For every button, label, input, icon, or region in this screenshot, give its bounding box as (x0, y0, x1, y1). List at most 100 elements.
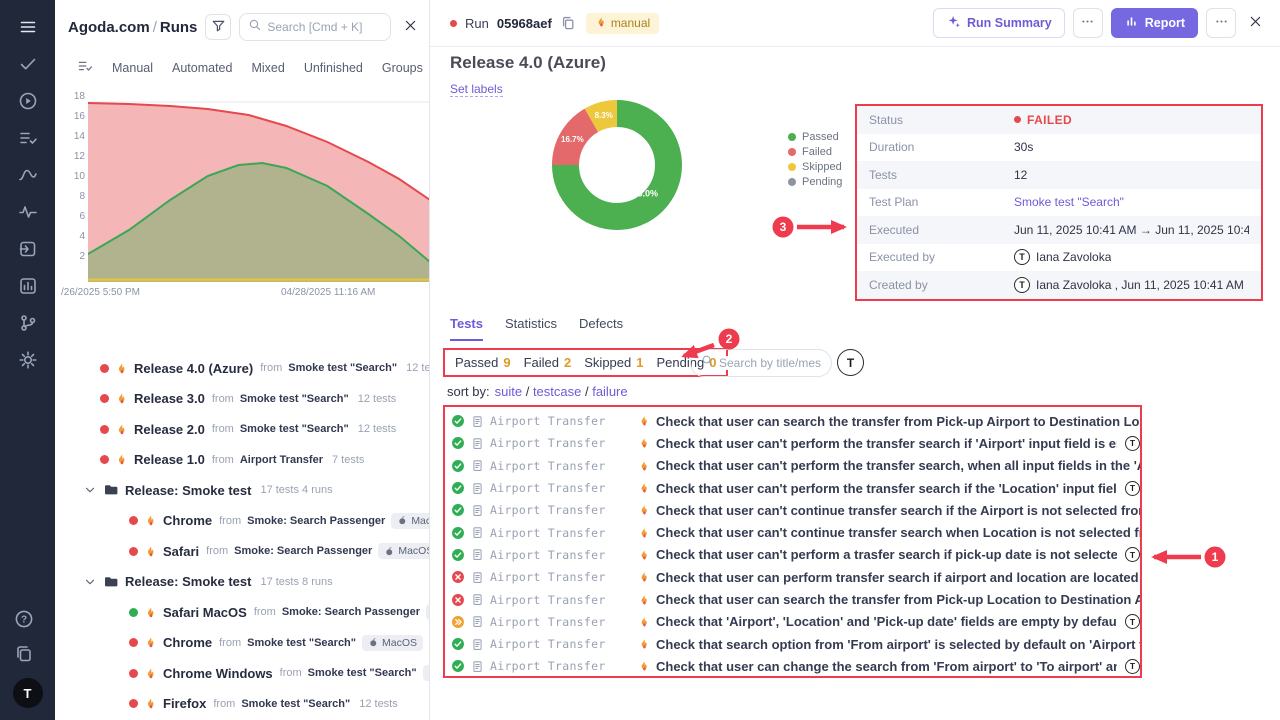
run-row[interactable]: Safari MacOSfromSmoke: Search PassengerS… (55, 597, 429, 628)
run-name: Release 3.0 (134, 391, 205, 406)
test-row[interactable]: Airport TransferCheck that search option… (451, 633, 1140, 655)
count-skipped[interactable]: Skipped1 (584, 355, 643, 370)
sort-testcase[interactable]: testcase (533, 384, 581, 399)
runs-tab-unfinished[interactable]: Unfinished (304, 61, 363, 75)
copy-pages-icon[interactable] (13, 643, 35, 665)
sort-suite[interactable]: suite (495, 384, 522, 399)
report-button[interactable]: Report (1111, 8, 1198, 38)
sort-label: sort by: (447, 384, 490, 399)
count-failed[interactable]: Failed2 (524, 355, 572, 370)
run-row[interactable]: ChromefromSmoke test "Search"MacOSChrome (55, 628, 429, 659)
info-row: StatusFAILED (857, 106, 1261, 134)
sort-failure[interactable]: failure (592, 384, 627, 399)
chevron-down-icon[interactable] (83, 483, 97, 497)
test-row[interactable]: Airport TransferCheck that 'Airport', 'L… (451, 611, 1140, 633)
test-row[interactable]: Airport TransferCheck that user can't co… (451, 521, 1140, 543)
run-detail-panel: Run 05968aef manual Run Summary Report R… (430, 0, 1280, 720)
tab-statistics[interactable]: Statistics (505, 316, 557, 341)
close-run-button[interactable] (1244, 12, 1266, 34)
more-options-button[interactable] (1073, 8, 1103, 38)
test-title: Check that search option from 'From airp… (656, 637, 1140, 652)
group-name: Release: Smoke test (125, 483, 251, 498)
failed-dot (1014, 116, 1021, 123)
info-row: Test PlanSmoke test "Search" (857, 189, 1261, 217)
run-source: Smoke test "Search" (288, 362, 397, 374)
runs-tab-manual[interactable]: Manual (112, 61, 153, 75)
close-panel-button[interactable] (399, 16, 421, 38)
test-row[interactable]: Airport TransferCheck that user can't co… (451, 499, 1140, 521)
run-row[interactable]: Release 2.0fromSmoke test "Search"12 tes… (55, 414, 429, 445)
flame-icon (638, 482, 650, 494)
export-box-icon[interactable] (17, 238, 39, 260)
test-plan-link[interactable]: Smoke test "Search" (1014, 195, 1124, 209)
results-counts: Passed9Failed2Skipped1Pending0 (443, 348, 728, 377)
run-row[interactable]: Chrome WindowsfromSmoke test "Search"Win… (55, 658, 429, 689)
task-list-icon[interactable] (17, 127, 39, 149)
trend-line-icon[interactable] (17, 164, 39, 186)
run-group-row[interactable]: Release: Smoke test17 tests 8 runs (55, 567, 429, 598)
check-icon[interactable] (17, 53, 39, 75)
run-status-dot (450, 20, 457, 27)
menu-icon[interactable] (17, 16, 39, 38)
from-label: from (206, 545, 228, 557)
test-row[interactable]: Airport TransferCheck that user can't pe… (451, 455, 1140, 477)
run-status-dot (129, 547, 138, 556)
filter-button[interactable] (205, 14, 231, 40)
test-row[interactable]: Airport Transfer Check that user can sear… (451, 588, 1140, 610)
test-row[interactable]: Airport TransferCheck that user can't pe… (451, 544, 1140, 566)
gear-icon[interactable] (17, 349, 39, 371)
set-labels-link[interactable]: Set labels (450, 82, 503, 97)
test-title: Check that user can search the transfer … (656, 592, 1140, 607)
run-row[interactable]: Release 1.0fromAirport Transfer7 tests (55, 445, 429, 476)
runs-tab-groups[interactable]: Groups (382, 61, 423, 75)
count-passed[interactable]: Passed9 (455, 355, 511, 370)
chevron-down-icon[interactable] (83, 575, 97, 589)
status-passed-icon (451, 637, 465, 651)
copy-icon[interactable] (560, 15, 576, 31)
bar-chart-icon[interactable] (17, 275, 39, 297)
play-circle-icon[interactable] (17, 90, 39, 112)
test-row[interactable]: Airport TransferCheck that user can perf… (451, 566, 1140, 588)
activity-icon[interactable] (17, 201, 39, 223)
tab-tests[interactable]: Tests (450, 316, 483, 341)
run-row[interactable]: FirefoxfromSmoke test "Search"12 tests (55, 689, 429, 720)
status-passed-icon (451, 526, 465, 540)
run-summary-button[interactable]: Run Summary (933, 8, 1065, 38)
from-label: from (219, 515, 241, 527)
run-row[interactable]: SafarifromSmoke: Search PassengerMacOSSa… (55, 536, 429, 567)
folder-icon (103, 574, 119, 590)
test-row[interactable]: Airport TransferCheck that user can't pe… (451, 477, 1140, 499)
test-row[interactable]: Airport TransferCheck that user can sear… (451, 410, 1140, 432)
runs-search[interactable] (239, 13, 391, 41)
more-options-button-2[interactable] (1206, 8, 1236, 38)
runs-tab-mixed[interactable]: Mixed (251, 61, 284, 75)
git-branch-icon[interactable] (17, 312, 39, 334)
help-circle-icon[interactable]: ? (13, 608, 35, 630)
group-meta: 17 tests 8 runs (260, 576, 332, 588)
flame-icon (115, 423, 128, 436)
tests-search[interactable] (690, 349, 832, 377)
runs-tab-automated[interactable]: Automated (172, 61, 232, 75)
suite-name: Airport Transfer (490, 436, 632, 450)
run-row[interactable]: ChromefromSmoke: Search PassengerMacOSCh… (55, 506, 429, 537)
testcase-icon (471, 660, 484, 673)
user-avatar[interactable]: T (13, 678, 43, 708)
suite-name: Airport Transfer (490, 593, 632, 607)
runs-search-input[interactable] (267, 20, 382, 34)
run-row[interactable]: Release 4.0 (Azure)fromSmoke test "Searc… (55, 353, 429, 384)
assignee-filter-avatar[interactable]: T (837, 349, 864, 376)
flame-icon (115, 453, 128, 466)
run-name: Chrome Windows (163, 666, 273, 681)
test-row[interactable]: Airport TransferCheck that user can chan… (451, 655, 1140, 677)
breadcrumb-project[interactable]: Agoda.com (68, 19, 150, 36)
test-row[interactable]: Airport TransferCheck that user can't pe… (451, 432, 1140, 454)
tab-defects[interactable]: Defects (579, 316, 623, 341)
tests-search-input[interactable] (719, 356, 821, 370)
assignee-avatar: T (1125, 436, 1140, 451)
run-row[interactable]: Release 3.0fromSmoke test "Search"12 tes… (55, 384, 429, 415)
run-source: Smoke: Search Passenger (247, 515, 385, 527)
x-axis-label: 04/28/2025 11:16 AM (281, 287, 375, 298)
run-group-row[interactable]: Release: Smoke test17 tests 4 runs (55, 475, 429, 506)
detail-tabs: Tests Statistics Defects (450, 316, 623, 341)
x-axis-label: /26/2025 5:50 PM (61, 287, 140, 298)
